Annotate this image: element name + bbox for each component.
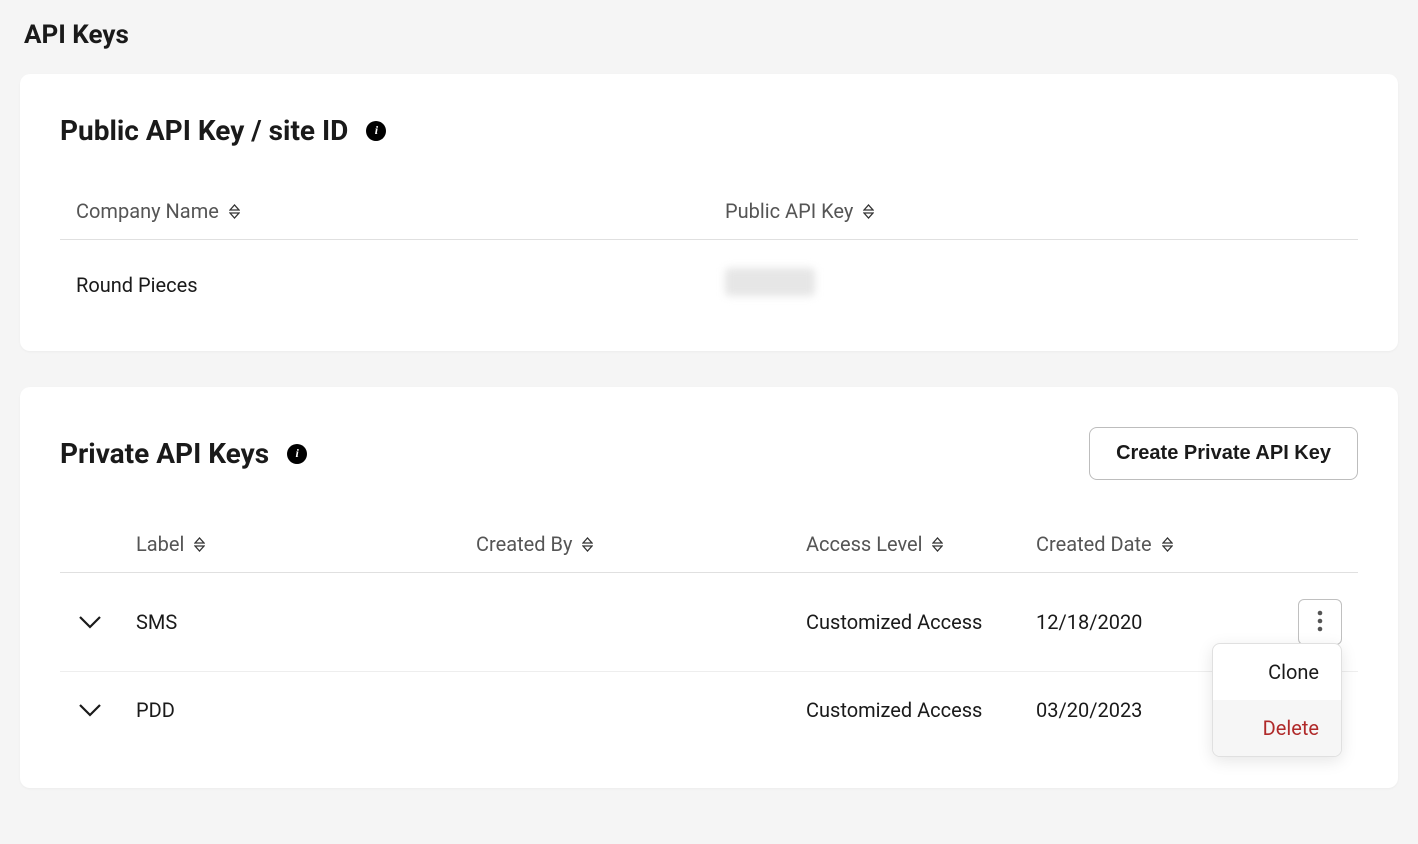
row-actions-menu: Clone Delete <box>1212 643 1342 757</box>
column-created-date-header[interactable]: Created Date <box>1020 520 1282 573</box>
cell-access-level: Customized Access <box>790 672 1020 749</box>
sort-icon <box>582 537 593 552</box>
cell-label: SMS <box>120 573 460 672</box>
cell-created-by <box>460 672 790 749</box>
private-api-table: Label Created By <box>60 520 1358 748</box>
menu-item-clone[interactable]: Clone <box>1213 644 1341 700</box>
column-created-by-header[interactable]: Created By <box>460 520 790 573</box>
sort-icon <box>932 537 943 552</box>
info-icon[interactable]: i <box>287 444 307 464</box>
menu-item-delete[interactable]: Delete <box>1213 700 1341 756</box>
redacted-key <box>725 268 815 296</box>
column-expand <box>60 520 120 573</box>
column-label: Created By <box>476 532 572 556</box>
column-label: Created Date <box>1036 532 1152 556</box>
table-row: PDD Customized Access 03/20/2023 <box>60 672 1358 749</box>
kebab-icon <box>1317 610 1323 635</box>
cell-company-name: Round Pieces <box>60 240 709 312</box>
private-card-header: Private API Keys i Create Private API Ke… <box>60 427 1358 480</box>
column-access-level-header[interactable]: Access Level <box>790 520 1020 573</box>
sort-icon <box>194 537 205 552</box>
column-label: Company Name <box>76 199 219 223</box>
column-label: Label <box>136 532 184 556</box>
table-row: SMS Customized Access 12/18/2020 <box>60 573 1358 672</box>
cell-created-by <box>460 573 790 672</box>
cell-public-api-key <box>709 240 1358 312</box>
public-api-table: Company Name Public API Key <box>60 187 1358 311</box>
column-company-name[interactable]: Company Name <box>60 187 709 240</box>
sort-icon <box>229 204 240 219</box>
column-label-header[interactable]: Label <box>120 520 460 573</box>
public-card-header: Public API Key / site ID i <box>60 114 1358 147</box>
sort-icon <box>1162 537 1173 552</box>
chevron-down-icon[interactable] <box>78 610 102 634</box>
cell-access-level: Customized Access <box>790 573 1020 672</box>
row-actions-button[interactable] <box>1298 599 1342 645</box>
chevron-down-icon[interactable] <box>78 698 102 722</box>
sort-icon <box>863 204 874 219</box>
column-label: Access Level <box>806 532 922 556</box>
info-icon[interactable]: i <box>366 121 386 141</box>
create-private-api-key-button[interactable]: Create Private API Key <box>1089 427 1358 480</box>
column-public-api-key[interactable]: Public API Key <box>709 187 1358 240</box>
private-api-card: Private API Keys i Create Private API Ke… <box>20 387 1398 788</box>
table-row: Round Pieces <box>60 240 1358 312</box>
column-label: Public API Key <box>725 199 853 223</box>
public-section-title: Public API Key / site ID <box>60 114 348 147</box>
public-api-card: Public API Key / site ID i Company Name <box>20 74 1398 351</box>
page-title: API Keys <box>24 20 1398 50</box>
column-actions <box>1282 520 1358 573</box>
private-section-title: Private API Keys <box>60 437 269 470</box>
cell-label: PDD <box>120 672 460 749</box>
